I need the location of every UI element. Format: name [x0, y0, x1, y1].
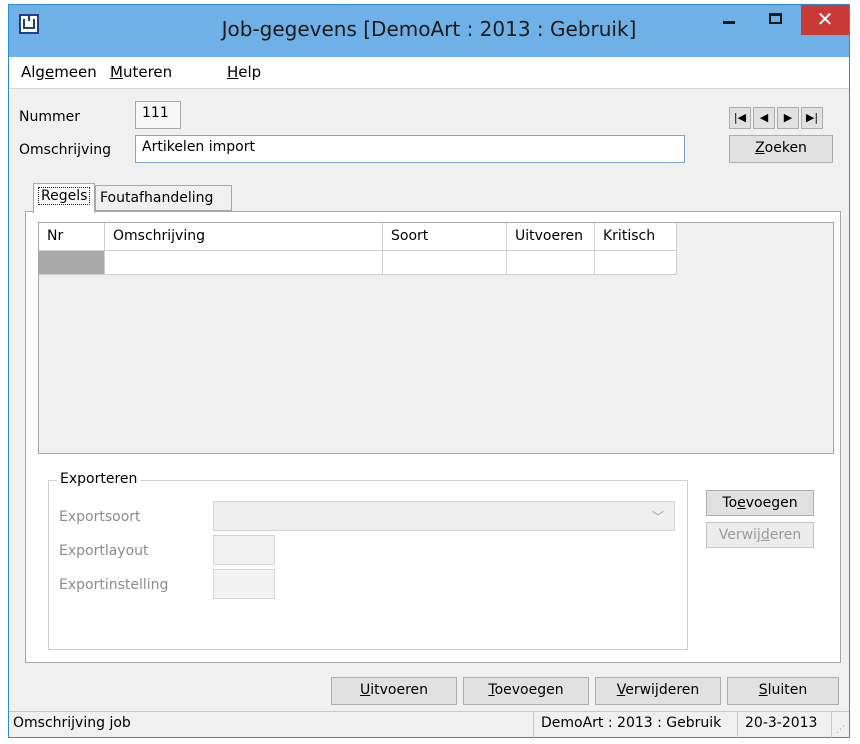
close-icon: ✕ [816, 7, 834, 31]
zoeken-button[interactable]: Zoeken [729, 135, 833, 163]
maximize-icon [768, 13, 782, 24]
status-context: DemoArt : 2013 : Gebruik [541, 715, 722, 731]
chevron-down-icon: ﹀ [651, 510, 664, 524]
column-header-nr[interactable]: Nr [39, 223, 105, 251]
column-header-omschrijving[interactable]: Omschrijving [105, 223, 383, 251]
column-header-soort[interactable]: Soort [383, 223, 507, 251]
omschrijving-label: Omschrijving [19, 142, 111, 158]
minimize-icon [723, 21, 735, 24]
title-bar: Job-gegevens [DemoArt : 2013 : Gebruik] … [9, 5, 849, 57]
menu-bar: Algemeen Muteren Help [9, 57, 849, 89]
exporteren-group-title: Exporteren [57, 471, 141, 487]
prev-icon: ◀ [759, 111, 769, 124]
close-button[interactable]: ✕ [801, 5, 849, 35]
sluiten-button[interactable]: Sluiten [727, 677, 839, 705]
last-icon: ▶| [805, 111, 819, 124]
maximize-button[interactable] [752, 5, 798, 35]
table-cell-omschrijving[interactable] [105, 251, 383, 275]
last-record-button[interactable]: ▶| [801, 107, 823, 129]
menu-help[interactable]: Help [227, 63, 261, 81]
omschrijving-field[interactable]: Artikelen import [135, 135, 685, 163]
column-header-uitvoeren[interactable]: Uitvoeren [507, 223, 595, 251]
tab-panel-regels: Nr Omschrijving Soort Uitvoeren Kritisch… [25, 211, 841, 663]
status-message: Omschrijving job [13, 715, 131, 731]
exporteren-groupbox: Exporteren Exportsoort ﹀ Exportlayout Ex… [48, 471, 688, 650]
menu-muteren[interactable]: Muteren [110, 63, 172, 81]
table-cell-kritisch[interactable] [595, 251, 677, 275]
next-icon: ▶ [783, 111, 793, 124]
prev-record-button[interactable]: ◀ [753, 107, 775, 129]
job-gegevens-window: Job-gegevens [DemoArt : 2013 : Gebruik] … [8, 4, 850, 738]
next-record-button[interactable]: ▶ [777, 107, 799, 129]
status-date: 20-3-2013 [745, 715, 818, 731]
regels-grid[interactable]: Nr Omschrijving Soort Uitvoeren Kritisch [38, 222, 834, 454]
exportsoort-label: Exportsoort [59, 509, 141, 525]
resize-grip-icon[interactable]: ⋰ [836, 725, 846, 735]
table-cell-soort[interactable] [383, 251, 507, 275]
exportinstelling-field[interactable] [213, 569, 275, 599]
uitvoeren-button[interactable]: Uitvoeren [331, 677, 457, 705]
table-cell-uitvoeren[interactable] [507, 251, 595, 275]
nummer-label: Nummer [19, 109, 80, 125]
status-separator [533, 712, 534, 738]
toevoegen-button[interactable]: Toevoegen [463, 677, 589, 705]
table-cell-nr[interactable] [39, 251, 105, 275]
status-separator [737, 712, 738, 738]
status-separator [831, 712, 832, 738]
exportlayout-label: Exportlayout [59, 543, 149, 559]
column-header-kritisch[interactable]: Kritisch [595, 223, 677, 251]
first-record-button[interactable]: |◀ [729, 107, 751, 129]
tab-foutafhandeling[interactable]: Foutafhandeling [95, 185, 232, 211]
first-icon: |◀ [733, 111, 747, 124]
tab-regels[interactable]: Regels [33, 183, 95, 213]
menu-algemeen[interactable]: Algemeen [21, 63, 97, 81]
nummer-field[interactable]: 111 [135, 101, 181, 129]
verwijderen-button[interactable]: Verwijderen [595, 677, 721, 705]
export-toevoegen-button[interactable]: Toevoegen [706, 490, 814, 516]
status-bar: Omschrijving job DemoArt : 2013 : Gebrui… [9, 711, 849, 738]
exportlayout-field[interactable] [213, 535, 275, 565]
export-verwijderen-button[interactable]: Verwijderen [706, 522, 814, 548]
exportsoort-combo[interactable]: ﹀ [213, 501, 675, 531]
exportinstelling-label: Exportinstelling [59, 577, 169, 593]
minimize-button[interactable] [706, 5, 752, 35]
